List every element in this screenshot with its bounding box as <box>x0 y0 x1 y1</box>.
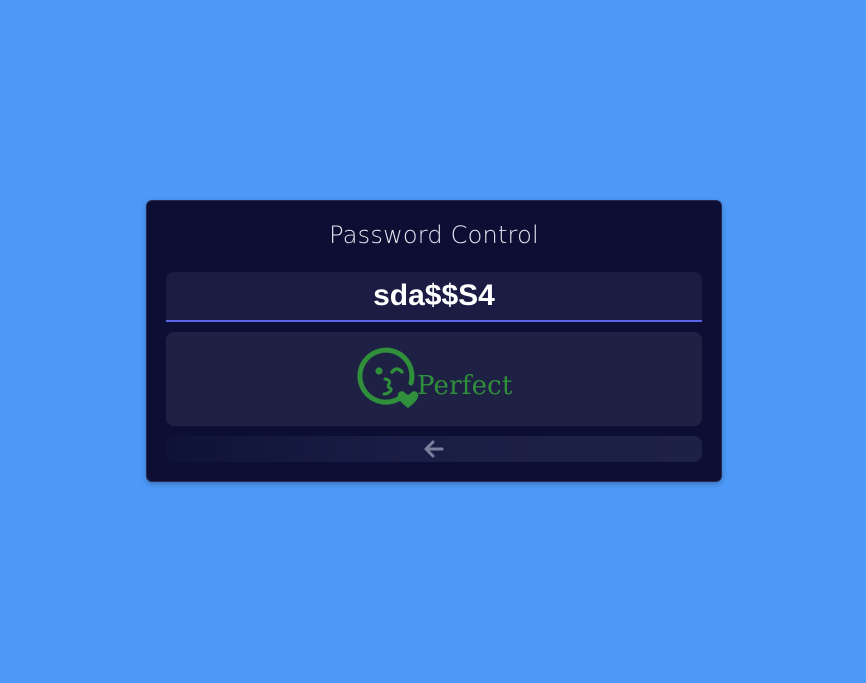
password-field-container[interactable] <box>166 272 702 322</box>
strength-label: Perfect <box>417 371 513 401</box>
card-title: Password Control <box>329 221 539 249</box>
strength-result-panel: Perfect <box>166 332 702 426</box>
arrow-left-icon <box>424 440 444 458</box>
strength-indicator: Perfect <box>356 347 513 411</box>
password-input[interactable] <box>166 272 702 320</box>
back-button[interactable] <box>166 436 702 462</box>
password-control-card: Password Control Perfect <box>146 200 722 482</box>
kissing-heart-emoji-icon <box>357 347 419 408</box>
